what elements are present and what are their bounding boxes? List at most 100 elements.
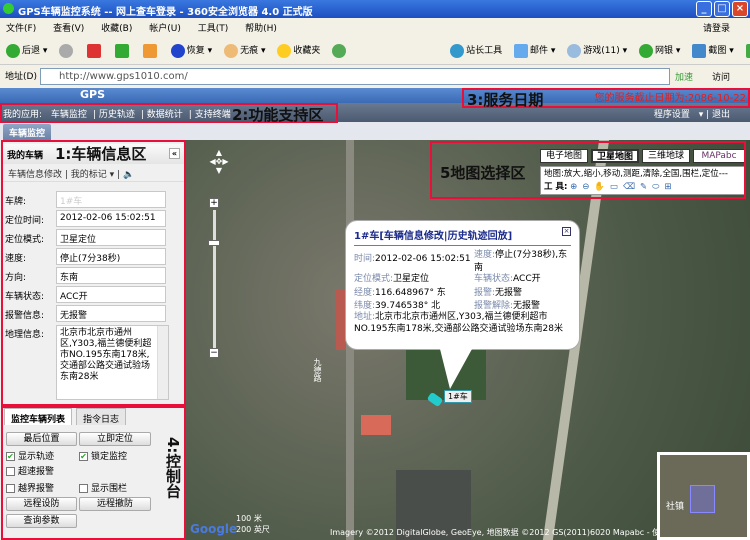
menu-view[interactable]: 查看(V) <box>53 24 84 34</box>
forward-button[interactable] <box>59 43 75 58</box>
url-input[interactable]: http://www.gps1010.com/ <box>40 68 670 85</box>
show-fence-checkbox[interactable]: 显示围栏 <box>79 481 127 494</box>
speedup-button[interactable]: 加速 <box>675 70 693 83</box>
scale-feet: 200 英尺 <box>236 525 270 534</box>
menu-tools[interactable]: 工具(T) <box>198 24 229 34</box>
incognito-button[interactable]: 无痕 ▾ <box>224 43 265 58</box>
field-status: 车辆状态: ACC开 <box>5 286 175 304</box>
overview-viewport[interactable] <box>690 485 715 513</box>
refresh-icon <box>115 43 130 58</box>
console-panel: 监控车辆列表 指令日志 最后位置 立即定位 ✔ 显示轨迹 ✔ 锁定监控 超速报警 越… <box>0 405 186 540</box>
minimize-button[interactable]: _ <box>696 1 712 17</box>
pan-hand-icon[interactable]: ✋ <box>594 182 610 192</box>
popup-history-link[interactable]: 历史轨迹回放 <box>448 231 508 242</box>
map-tools: 地图:放大,缩小,移动,测距,清除,全国,围栏,定位--- 工 具: ⊕⊖✋▭⌫… <box>540 166 745 195</box>
edit-vehicle-link[interactable]: 车辆信息修改 <box>8 170 62 180</box>
menu-account[interactable]: 帐户(U) <box>149 24 181 34</box>
last-position-button[interactable]: 最后位置 <box>6 432 77 446</box>
nav-vehicle-monitor[interactable]: 车辆监控 <box>51 110 87 120</box>
back-button[interactable]: 后退 ▾ <box>6 43 47 58</box>
nav-history-track[interactable]: 历史轨迹 <box>99 110 135 120</box>
overview-map[interactable]: 社镇 <box>657 452 750 540</box>
overspeed-alarm-checkbox[interactable]: 超速报警 <box>6 464 54 477</box>
zoom-slider-handle[interactable] <box>208 240 220 246</box>
stop-button[interactable] <box>87 43 103 58</box>
annotation-4: 4:控制台 <box>164 437 182 499</box>
settings-menu[interactable]: 程序设置 <box>654 110 690 120</box>
netbank-button[interactable]: 网银 ▾ <box>639 43 680 58</box>
go-button[interactable]: 访问 <box>712 70 730 83</box>
close-button[interactable]: × <box>732 1 748 17</box>
show-track-checkbox[interactable]: ✔ 显示轨迹 <box>6 449 54 462</box>
favorites-button[interactable]: 收藏夹 <box>277 43 320 58</box>
zoom-slider-track[interactable] <box>213 210 216 348</box>
menu-file[interactable]: 文件(F) <box>6 24 36 34</box>
mail-button[interactable]: 邮件 ▾ <box>514 43 555 58</box>
webmaster-tools-button[interactable]: 站长工具 <box>450 43 502 58</box>
nav-statistics[interactable]: 数据统计 <box>147 110 183 120</box>
pin-icon[interactable]: ✎ <box>640 182 652 192</box>
popup-edit-link[interactable]: 车辆信息修改 <box>384 231 444 242</box>
gamepad-icon <box>567 43 582 58</box>
paw-icon <box>224 43 239 58</box>
tab-command-log[interactable]: 指令日志 <box>76 408 127 425</box>
home-button[interactable] <box>142 43 159 58</box>
lock-monitor-checkbox[interactable]: ✔ 锁定监控 <box>79 449 127 462</box>
translate-button[interactable]: 翻译 ▾ <box>745 43 750 58</box>
popup-close-icon[interactable]: × <box>562 227 571 236</box>
menu-help[interactable]: 帮助(H) <box>245 24 277 34</box>
pan-control[interactable]: ▲ ◀✥▶ ▼ <box>205 148 233 176</box>
window-title: GPS车辆监控系统 -- 网上查车登录 - 360安全浏览器 4.0 正式版 <box>18 7 313 18</box>
address-label: 地址(D) <box>5 72 37 82</box>
login-link[interactable]: 请登录 <box>703 21 730 34</box>
scrollbar[interactable] <box>157 326 168 399</box>
nav-terminals[interactable]: 支持终端 <box>195 110 231 120</box>
locate-now-button[interactable]: 立即定位 <box>79 432 151 446</box>
popup-alarm-clear: 报警解除:无报警 <box>474 301 541 311</box>
map-type-satellite[interactable]: 卫星地图 <box>591 149 639 163</box>
tab-bar: 车辆监控 <box>0 122 750 140</box>
menu-favorites[interactable]: 收藏(B) <box>101 24 132 34</box>
map-type-mapabc[interactable]: MAPabc <box>693 149 745 163</box>
yuan-icon <box>639 43 654 58</box>
home-icon <box>142 43 157 58</box>
refresh-button[interactable] <box>115 43 131 58</box>
map-type-3d[interactable]: 三维地球 <box>642 149 690 163</box>
road-label: 九德路 <box>313 358 322 382</box>
geo-info-textarea[interactable]: 北京市北京市通州区,Y303,福兰德便利超市NO.195东南178米,交通部公路… <box>56 325 169 400</box>
popup-status: 车辆状态:ACC开 <box>474 274 541 284</box>
my-marks-menu[interactable]: 我的标记 <box>71 170 107 180</box>
maximize-button[interactable]: □ <box>714 1 730 17</box>
popup-address: 地址:北京市北京市通州区,Y303,福兰德便利超市NO.195东南178米,交通… <box>354 312 563 334</box>
zoom-in-tool-icon[interactable]: ⊕ <box>570 182 582 192</box>
crosshair-icon[interactable]: ⊞ <box>664 182 676 192</box>
logout-link[interactable]: 退出 <box>712 110 730 120</box>
screenshot-icon <box>692 43 707 58</box>
screenshot-button[interactable]: 截图 ▾ <box>692 43 734 58</box>
query-params-button[interactable]: 查询参数 <box>6 514 77 528</box>
field-mode: 定位模式: 卫星定位 <box>5 229 175 247</box>
speaker-icon[interactable]: 🔈 <box>123 170 134 180</box>
zoom-in-button[interactable]: + <box>209 198 219 208</box>
tab-monitored-vehicles[interactable]: 监控车辆列表 <box>4 408 73 425</box>
forward-icon <box>59 43 74 58</box>
field-alarm: 报警信息: 无报警 <box>5 305 175 323</box>
ruler-icon[interactable]: ▭ <box>610 182 623 192</box>
boundary-alarm-checkbox[interactable]: 越界报警 <box>6 481 54 494</box>
collapse-icon[interactable]: « <box>169 148 180 159</box>
remote-arm-button[interactable]: 远程设防 <box>6 497 77 511</box>
annotation-5: 5地图选择区 <box>440 164 526 182</box>
map-type-electronic[interactable]: 电子地图 <box>540 149 588 163</box>
speed-dial-button[interactable] <box>332 43 348 58</box>
nav-prefix: 我的应用: <box>3 110 43 120</box>
restore-button[interactable]: 恢复 ▾ <box>170 43 212 58</box>
games-button[interactable]: 游戏(11) ▾ <box>567 43 627 58</box>
zoom-out-button[interactable]: − <box>209 348 219 358</box>
zoom-out-tool-icon[interactable]: ⊖ <box>582 182 594 192</box>
fence-icon[interactable]: ⬭ <box>652 182 664 192</box>
map-type-selector: 电子地图 卫星地图 三维地球 MAPabc 地图:放大,缩小,移动,测距,清除,… <box>540 149 745 195</box>
tab-vehicle-monitor[interactable]: 车辆监控 <box>3 124 52 140</box>
remote-disarm-button[interactable]: 远程撤防 <box>79 497 151 511</box>
eraser-icon[interactable]: ⌫ <box>623 182 640 192</box>
popup-latitude: 纬度:39.746538° 北 <box>354 301 441 311</box>
